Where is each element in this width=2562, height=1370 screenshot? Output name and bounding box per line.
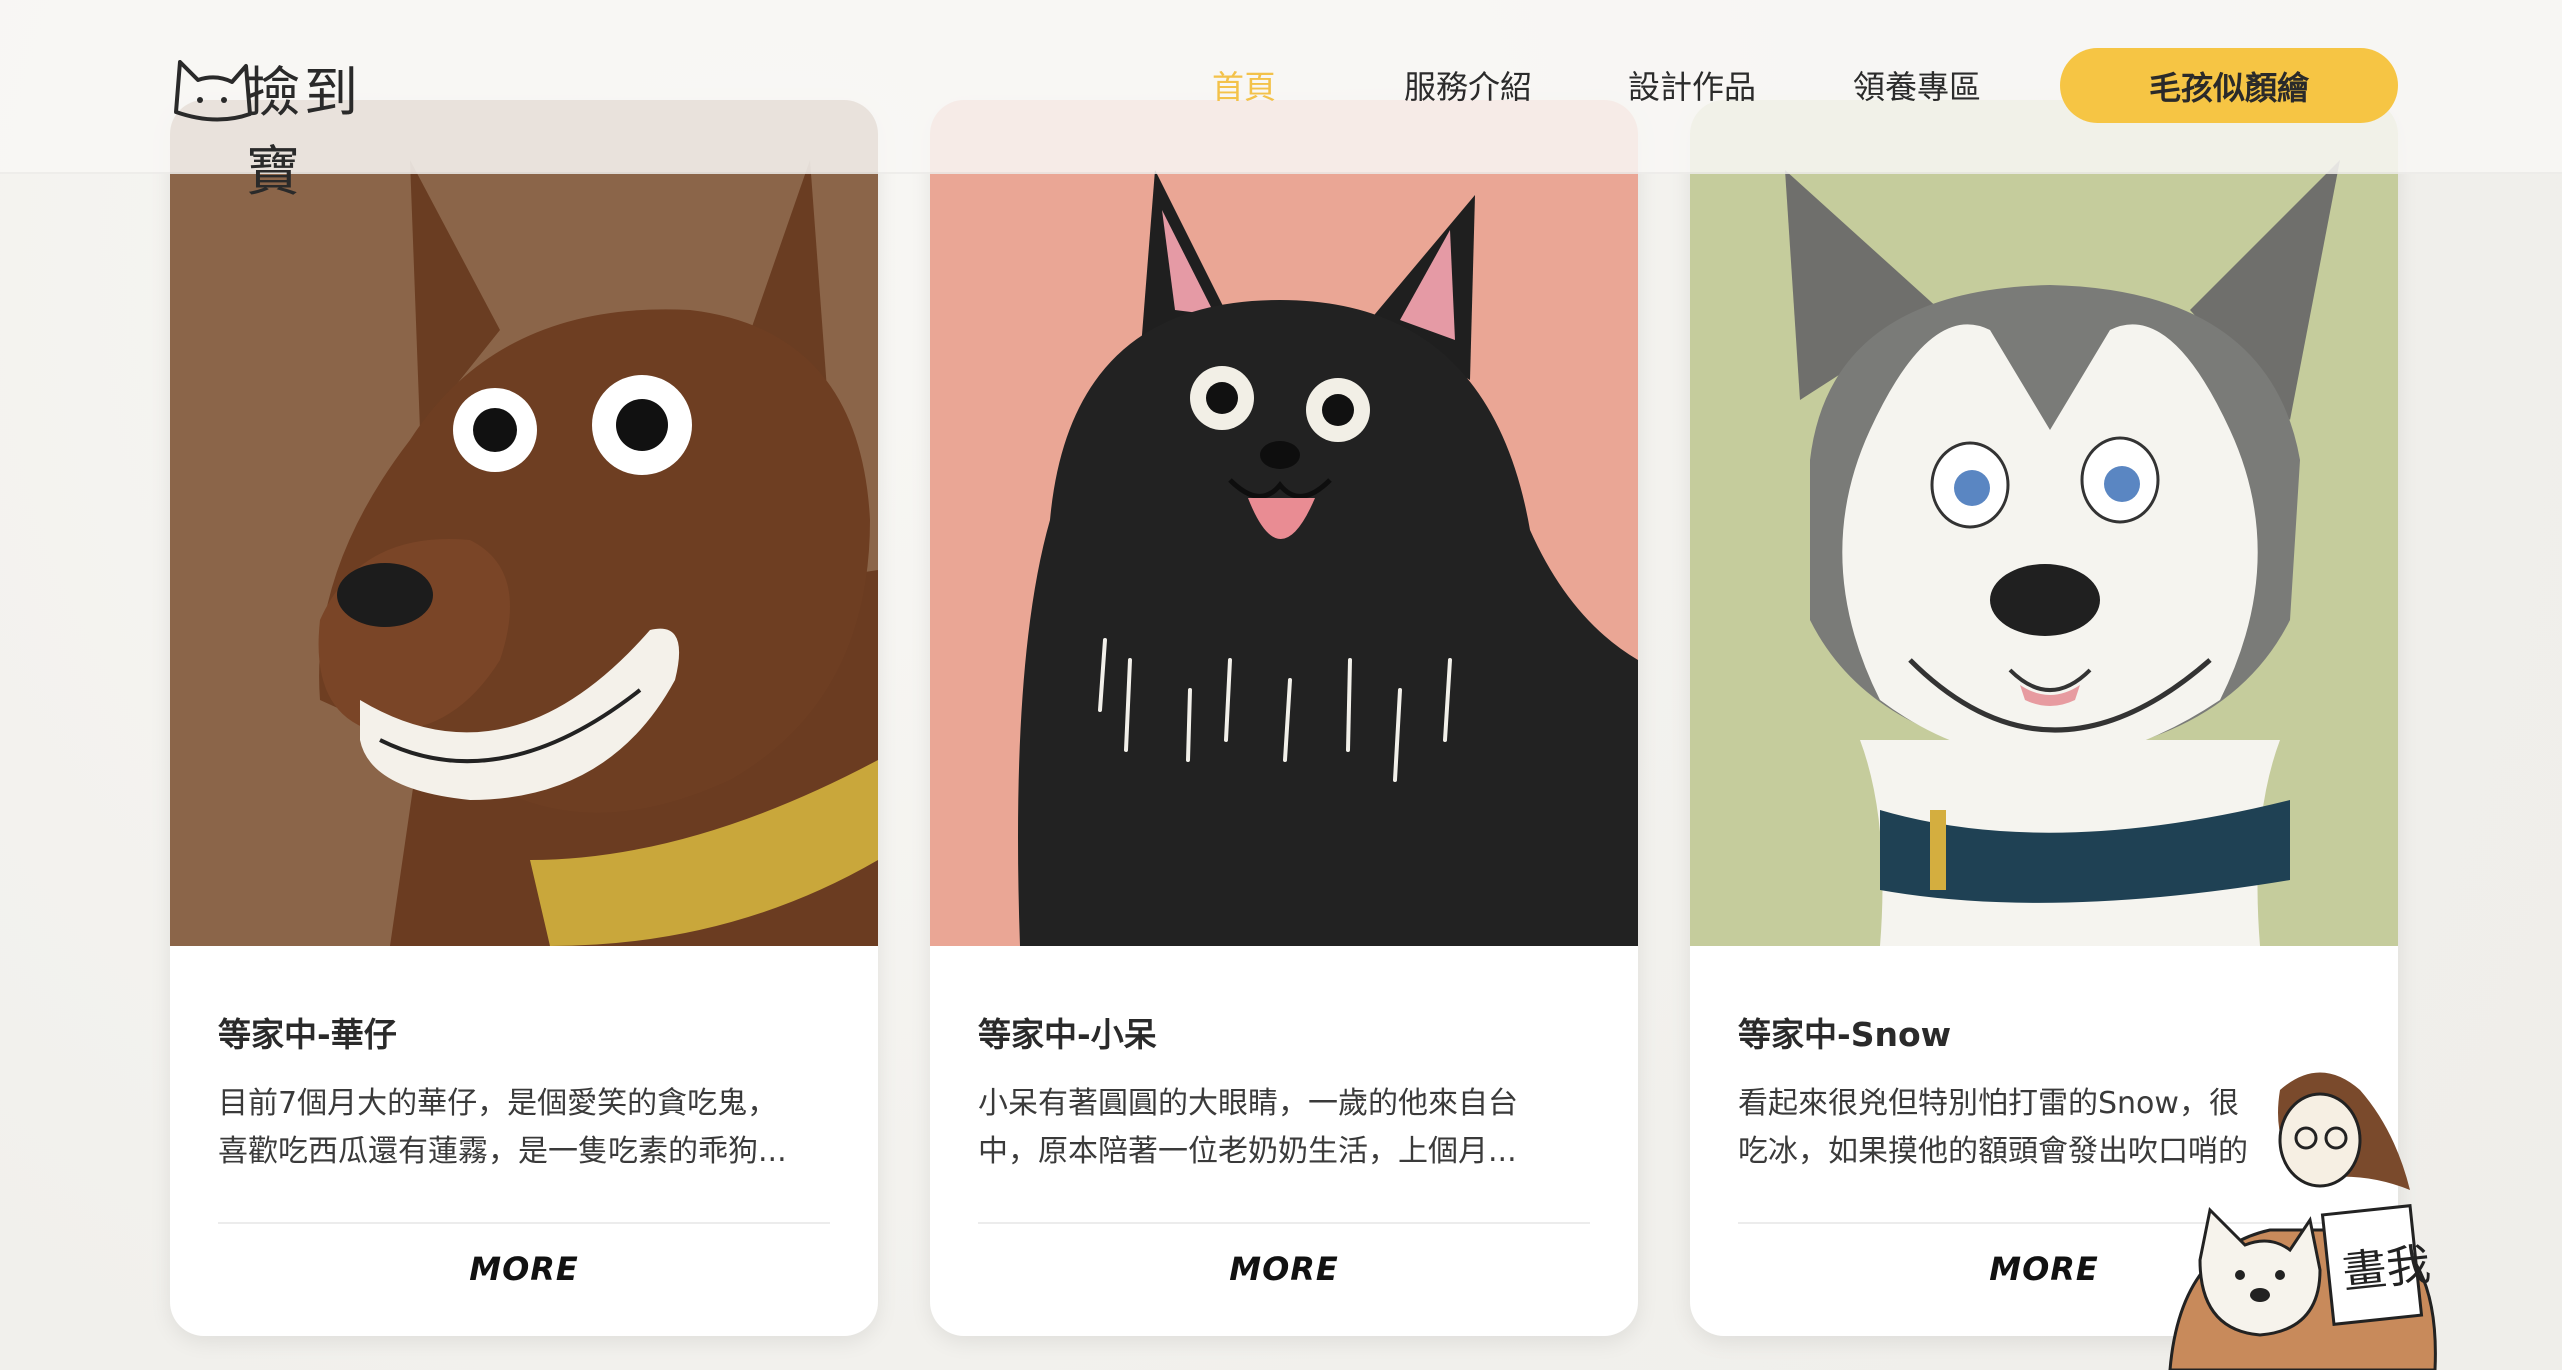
more-link[interactable]: MORE — [930, 1250, 1638, 1288]
sign-text: 畫我 — [2340, 1239, 2433, 1299]
site-header: 撿到寶 首頁 服務介紹 設計作品 領養專區 毛孩似顏繪 — [0, 0, 2562, 203]
divider — [978, 1222, 1590, 1224]
portrait-cta-button[interactable]: 毛孩似顏繪 — [2060, 48, 2398, 123]
card-title: 等家中-華仔 — [218, 1015, 397, 1054]
card-title: 等家中-小呆 — [978, 1015, 1157, 1054]
draw-me-mascot-icon[interactable]: 畫我 — [2160, 1060, 2440, 1370]
nav-home[interactable]: 首頁 — [1212, 62, 1276, 108]
card-title: 等家中-Snow — [1738, 1015, 1952, 1054]
brand-logo[interactable]: 撿到寶 — [166, 42, 416, 203]
cat-face-icon — [174, 60, 252, 122]
dog-illustration-husky — [1690, 100, 2398, 946]
dog-illustration-brown — [170, 100, 878, 946]
dog-illustration-black — [930, 100, 1638, 946]
adoption-card-huazai[interactable]: 等家中-華仔 目前7個月大的華仔，是個愛笑的貪吃鬼， 喜歡吃西瓜還有蓮霧，是一隻… — [170, 100, 878, 1336]
adoption-card-xiaodai[interactable]: 等家中-小呆 小呆有著圓圓的大眼睛，一歲的他來自台 中，原本陪著一位老奶奶生活，… — [930, 100, 1638, 1336]
card-description: 目前7個月大的華仔，是個愛笑的貪吃鬼， 喜歡吃西瓜還有蓮霧，是一隻吃素的乖狗..… — [218, 1086, 787, 1169]
nav-services[interactable]: 服務介紹 — [1404, 62, 1532, 108]
nav-adoption[interactable]: 領養專區 — [1853, 62, 1981, 108]
logo-text: 撿到寶 — [246, 61, 362, 203]
more-link[interactable]: MORE — [170, 1250, 878, 1288]
card-description: 小呆有著圓圓的大眼睛，一歲的他來自台 中，原本陪著一位老奶奶生活，上個月... — [978, 1086, 1518, 1169]
nav-portfolio[interactable]: 設計作品 — [1628, 62, 1756, 108]
divider — [218, 1222, 830, 1224]
